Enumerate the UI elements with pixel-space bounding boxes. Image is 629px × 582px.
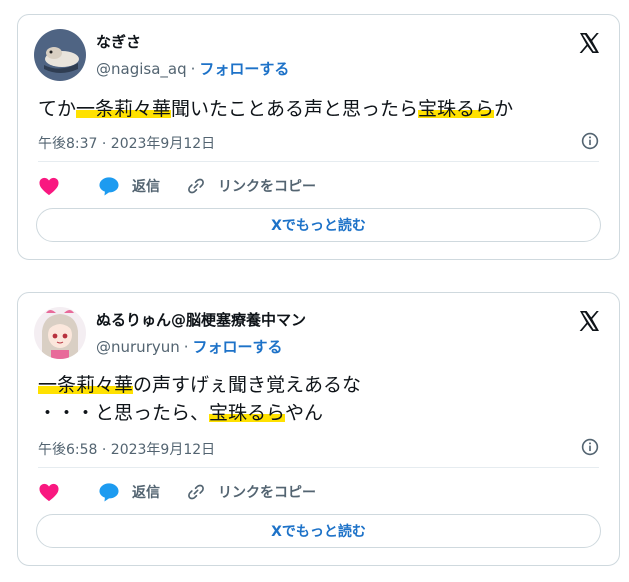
like-button[interactable]: [38, 176, 72, 196]
text-segment: か: [494, 98, 514, 120]
speech-bubble-icon: [99, 177, 119, 196]
copy-link-label: リンクをコピー: [218, 179, 316, 195]
reply-button[interactable]: 返信: [98, 482, 160, 502]
tweet-card-1: なぎさ @nagisa_aq · フォローする てか一条莉々華聞いたことある声と思っ…: [17, 14, 620, 260]
copy-link-button[interactable]: リンクをコピー: [186, 176, 316, 196]
read-more-button[interactable]: Xでもっと読む: [36, 208, 601, 242]
avatar[interactable]: [34, 29, 86, 81]
handle[interactable]: @nagisa_aq: [96, 60, 187, 78]
heart-icon: [39, 483, 59, 502]
text-segment: の声すげぇ聞き覚えあるな: [133, 374, 362, 396]
highlighted-text: 一条莉々華: [76, 98, 172, 120]
timestamp[interactable]: 午後8:37 · 2023年9月12日: [38, 133, 215, 153]
display-name[interactable]: ぬるりゅん@脳梗塞療養中マン: [96, 309, 306, 330]
tweet-text: 一条莉々華の声すげぇ聞き覚えあるな ・・・と思ったら、宝珠るらやん: [38, 371, 361, 427]
handle-line: @nagisa_aq · フォローする: [96, 58, 289, 79]
text-segment: ・・・と思ったら、: [38, 402, 210, 424]
tweet-card-2: ぬるりゅん@脳梗塞療養中マン @nururyun · フォローする 一条莉々華の声す…: [17, 292, 620, 566]
link-icon: [188, 484, 204, 500]
text-line-2: ・・・と思ったら、宝珠るらやん: [38, 399, 361, 427]
reply-label: 返信: [132, 179, 160, 195]
separator: ·: [183, 338, 189, 356]
handle-line: @nururyun · フォローする: [96, 336, 283, 357]
action-bar: 返信 リンクをコピー: [38, 174, 342, 198]
link-icon: [188, 178, 204, 194]
reply-label: 返信: [132, 485, 160, 501]
speech-bubble-icon: [99, 483, 119, 502]
follow-button[interactable]: フォローする: [193, 338, 283, 356]
text-segment: てか: [38, 98, 77, 120]
x-logo-icon[interactable]: [577, 309, 601, 333]
heart-icon: [39, 177, 59, 196]
x-logo-icon[interactable]: [577, 31, 601, 55]
reply-button[interactable]: 返信: [98, 176, 160, 196]
highlighted-text: 宝珠るら: [209, 402, 286, 424]
text-line-1: 一条莉々華の声すげぇ聞き覚えあるな: [38, 371, 361, 399]
action-bar: 返信 リンクをコピー: [38, 480, 342, 504]
highlighted-text: 宝珠るら: [418, 98, 495, 120]
avatar[interactable]: [34, 307, 86, 359]
tweet-text: てか一条莉々華聞いたことある声と思ったら宝珠るらか: [38, 95, 513, 123]
copy-link-button[interactable]: リンクをコピー: [186, 482, 316, 502]
handle[interactable]: @nururyun: [96, 338, 180, 356]
info-icon[interactable]: [581, 438, 599, 456]
text-segment: やん: [285, 402, 324, 424]
separator: ·: [190, 60, 196, 78]
timestamp[interactable]: 午後6:58 · 2023年9月12日: [38, 439, 215, 459]
display-name[interactable]: なぎさ: [96, 31, 141, 52]
divider: [38, 161, 599, 162]
copy-link-label: リンクをコピー: [218, 485, 316, 501]
divider: [38, 467, 599, 468]
info-icon[interactable]: [581, 132, 599, 150]
follow-button[interactable]: フォローする: [199, 60, 289, 78]
like-button[interactable]: [38, 482, 72, 502]
text-segment: 聞いたことある声と思ったら: [171, 98, 419, 120]
read-more-button[interactable]: Xでもっと読む: [36, 514, 601, 548]
highlighted-text: 一条莉々華: [38, 374, 134, 396]
